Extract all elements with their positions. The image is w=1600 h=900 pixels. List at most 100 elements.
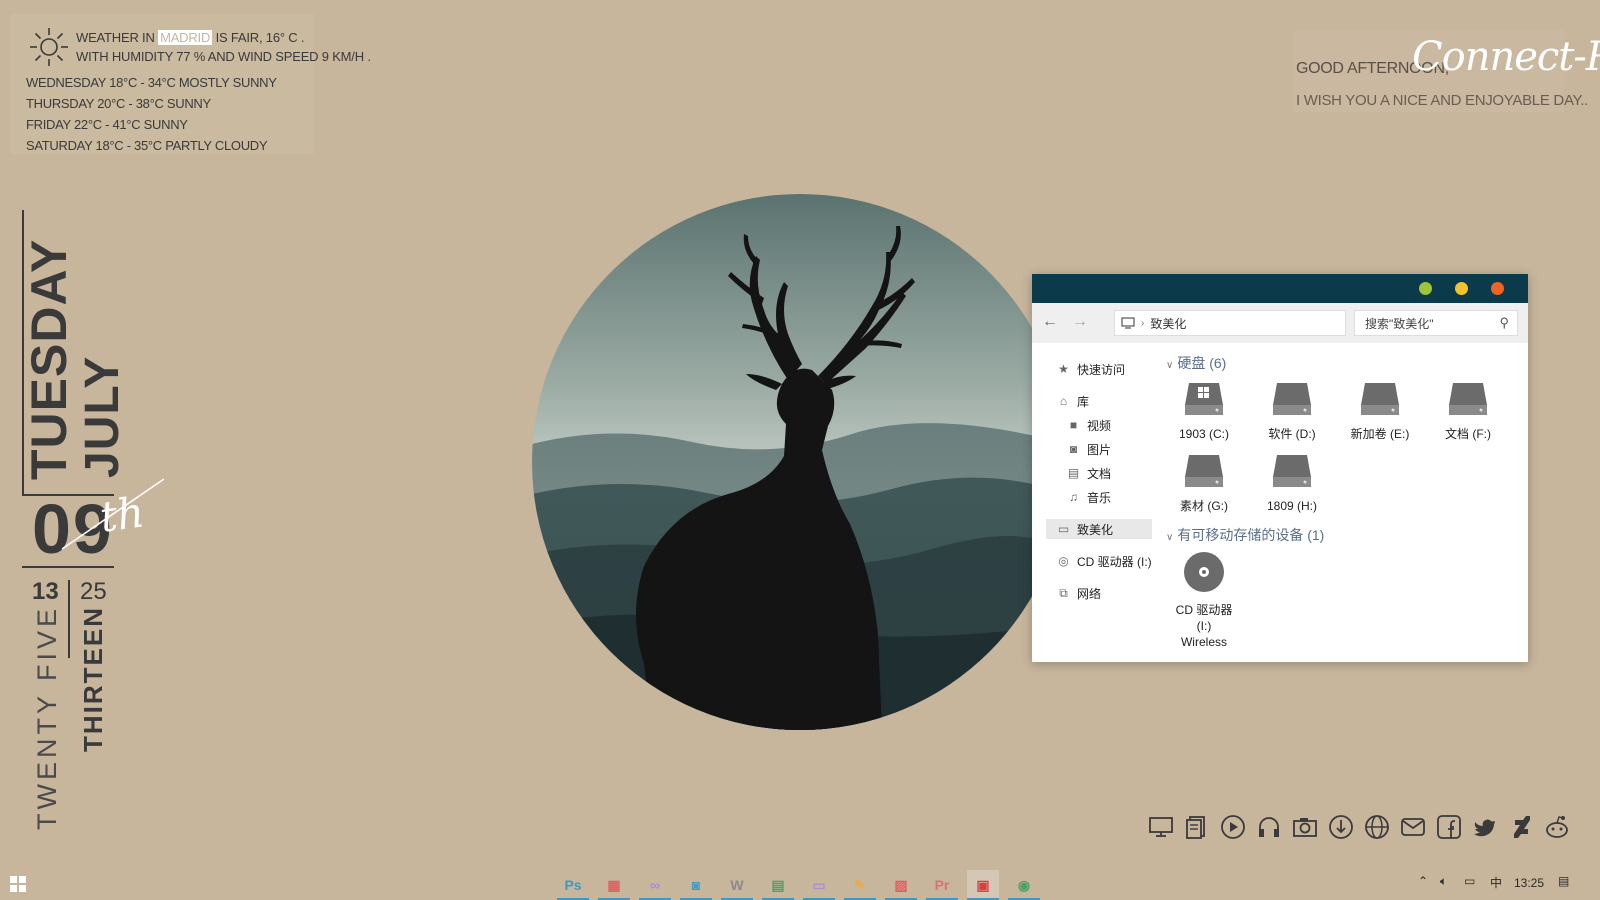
picture-icon[interactable]: ▨ — [885, 870, 917, 900]
download-icon[interactable] — [1328, 814, 1354, 840]
word-icon[interactable]: W — [721, 870, 753, 900]
greeting-wish: I wish you a nice and enjoyable day.. — [1296, 92, 1589, 109]
sidebar-item-label: 音乐 — [1087, 490, 1112, 505]
reddit-icon[interactable] — [1544, 814, 1570, 840]
forward-arrow-icon[interactable]: → — [1072, 313, 1088, 331]
sun-icon — [30, 28, 68, 66]
cd-label: CD 驱动器 — [1175, 603, 1233, 617]
group-header-hard-disks[interactable]: ∨ 硬盘 (6) — [1166, 353, 1226, 373]
weather-suffix: is Fair, 16° C . — [215, 30, 305, 45]
sidebar-item-music[interactable]: ♫ 音乐 — [1066, 487, 1111, 507]
premiere-icon[interactable]: Pr — [926, 870, 958, 900]
photoshop-icon[interactable]: Ps — [557, 870, 589, 900]
computer-icon — [1121, 317, 1135, 329]
navigation-pane: ★ 快速访问 ⌂ 库 ■ 视频 ◙ 图片 ▤ 文档 ♫ 音乐 ▭ 致美化 ◎ C — [1032, 343, 1156, 662]
app-glyph: ◉ — [1017, 876, 1031, 893]
app-glyph: Ps — [564, 877, 582, 893]
sidebar-item-pictures[interactable]: ◙ 图片 — [1066, 439, 1111, 459]
group-header-removable[interactable]: ∨ 有可移动存储的设备 (1) — [1166, 525, 1324, 545]
search-placeholder: 搜索"致美化" — [1365, 316, 1434, 331]
monitor-icon[interactable] — [1148, 814, 1174, 840]
cd-drive-item[interactable]: CD 驱动器 (I:) Wireless — [1164, 551, 1244, 650]
drive-item[interactable]: 文档 (F:) — [1428, 381, 1508, 442]
chevron-down-icon[interactable]: ∨ — [1166, 532, 1173, 543]
camera-icon: ◙ — [1069, 442, 1078, 456]
network-tray-icon[interactable]: ▭ — [1464, 874, 1475, 888]
address-bar[interactable]: › 致美化 — [1114, 310, 1346, 336]
drive-label: 1903 (C:) — [1178, 427, 1230, 441]
search-icon[interactable]: ⚲ — [1499, 315, 1509, 331]
breadcrumb[interactable]: 致美化 — [1150, 315, 1186, 332]
drive-icon — [1361, 383, 1399, 415]
notes-icon[interactable]: ▤ — [762, 870, 794, 900]
drive-icon — [1185, 455, 1223, 487]
document-icon: ▤ — [1067, 466, 1080, 480]
pen-icon[interactable]: ✎ — [844, 870, 876, 900]
app-grid-icon[interactable]: ▦ — [598, 870, 630, 900]
app-glyph: ▣ — [976, 876, 990, 893]
drive-item[interactable]: 1903 (C:) — [1164, 381, 1244, 442]
window-titlebar[interactable] — [1032, 274, 1528, 303]
play-icon[interactable] — [1220, 814, 1246, 840]
app-glyph: Pr — [934, 877, 950, 893]
ime-indicator[interactable]: 中 — [1490, 874, 1502, 891]
forecast-day: Thursday 20°C - 38°C Sunny — [26, 96, 211, 111]
forecast-day: Friday 22°C - 41°C Sunny — [26, 117, 188, 132]
maximize-button[interactable] — [1455, 282, 1468, 295]
deer-silhouette-image — [532, 194, 1068, 730]
clock-divider — [68, 580, 70, 658]
sidebar-item-library[interactable]: ⌂ 库 — [1056, 391, 1089, 411]
file-explorer-window: ← → › 致美化 搜索"致美化" ⚲ ★ 快速访问 ⌂ 库 ■ 视频 ◙ 图片… — [1032, 274, 1528, 662]
volume-icon[interactable]: 🔈︎ — [1440, 874, 1447, 889]
search-input[interactable]: 搜索"致美化" ⚲ — [1354, 310, 1518, 336]
infinity-icon[interactable]: ∞ — [639, 870, 671, 900]
sidebar-item-documents[interactable]: ▤ 文档 — [1066, 463, 1111, 483]
forecast-list: Wednesday 18°C - 34°C Mostly Sunny Thurs… — [26, 72, 277, 156]
back-arrow-icon[interactable]: ← — [1042, 313, 1058, 331]
sidebar-item-cd-drive[interactable]: ◎ CD 驱动器 (I:) — [1056, 551, 1152, 571]
drive-item[interactable]: 新加卷 (E:) — [1340, 381, 1420, 442]
chevron-down-icon[interactable]: ∨ — [1166, 360, 1173, 371]
sidebar-item-this-pc[interactable]: ▭ 致美化 — [1046, 519, 1152, 539]
globe-icon[interactable] — [1364, 814, 1390, 840]
mail-icon[interactable] — [1400, 814, 1426, 840]
navigation-bar: ← → › 致美化 搜索"致美化" ⚲ — [1032, 303, 1528, 343]
keyboard-icon[interactable]: ▭ — [803, 870, 835, 900]
dock-bar — [1148, 814, 1568, 844]
twitter-icon[interactable] — [1472, 814, 1498, 840]
close-button[interactable] — [1491, 282, 1504, 295]
clock-hour: 13 — [32, 578, 59, 605]
app-glyph: ▭ — [812, 876, 826, 893]
camera-app-icon[interactable]: ◙ — [680, 870, 712, 900]
drive-icon — [1449, 383, 1487, 415]
globe-app-icon[interactable]: ◉ — [1008, 870, 1040, 900]
taskbar-clock[interactable]: 13:25 — [1514, 876, 1544, 890]
windows-start-icon[interactable] — [10, 876, 26, 892]
app-glyph: ∞ — [650, 877, 660, 893]
app-glyph: ▨ — [894, 876, 908, 893]
breadcrumb-chevron-icon: › — [1141, 317, 1145, 329]
facebook-icon[interactable] — [1436, 814, 1462, 840]
remote-desktop-icon[interactable]: ▣ — [967, 870, 999, 900]
app-glyph: ▤ — [771, 876, 785, 893]
weather-widget: Weather in Madrid is Fair, 16° C . With … — [10, 14, 371, 156]
documents-icon[interactable] — [1184, 814, 1210, 840]
sidebar-item-quick-access[interactable]: ★ 快速访问 — [1056, 359, 1125, 379]
chevron-up-icon[interactable]: ⌃ — [1418, 874, 1428, 888]
sidebar-item-label: 网络 — [1077, 586, 1102, 601]
drive-item[interactable]: 1809 (H:) — [1252, 453, 1332, 514]
drive-item[interactable]: 素材 (G:) — [1164, 453, 1244, 514]
camera-icon[interactable] — [1292, 814, 1318, 840]
minimize-button[interactable] — [1419, 282, 1432, 295]
sidebar-item-network[interactable]: ⧉ 网络 — [1056, 583, 1101, 603]
sidebar-item-label: CD 驱动器 (I:) — [1077, 554, 1152, 569]
headphones-icon[interactable] — [1256, 814, 1282, 840]
drive-item[interactable]: 软件 (D:) — [1252, 381, 1332, 442]
group-title: 硬盘 (6) — [1177, 355, 1227, 371]
notification-icon[interactable]: ▤ — [1558, 874, 1569, 888]
weather-humidity: With humidity 77 % and wind speed 9 km/h… — [76, 49, 371, 64]
current-weather: Weather in Madrid is Fair, 16° C . With … — [76, 28, 371, 66]
computer-icon: ▭ — [1057, 522, 1070, 536]
sidebar-item-videos[interactable]: ■ 视频 — [1066, 415, 1111, 435]
deviantart-icon[interactable] — [1508, 814, 1534, 840]
